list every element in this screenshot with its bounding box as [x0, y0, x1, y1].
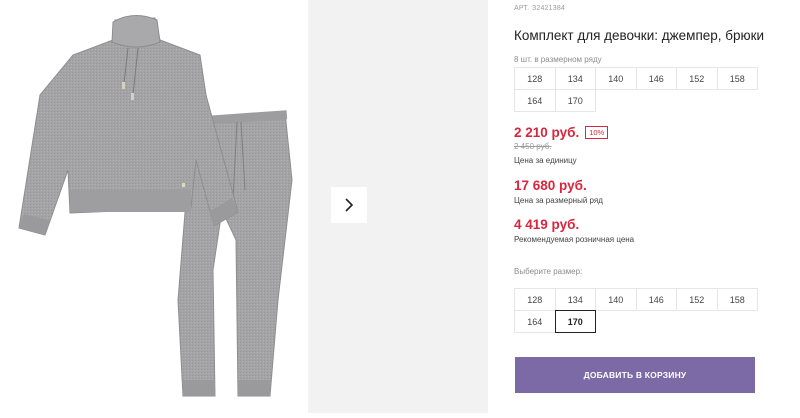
unit-price-label: Цена за единицу	[514, 156, 577, 165]
unit-price-row: 2 210 руб. 10%	[514, 125, 609, 140]
size-option[interactable]: 164	[514, 310, 556, 333]
set-size-cell: 158	[716, 67, 758, 90]
size-option[interactable]: 140	[595, 288, 637, 311]
set-size-cell: 140	[595, 67, 637, 90]
discount-badge: 10%	[585, 126, 609, 139]
set-size-cell: 128	[514, 67, 556, 90]
product-photo	[0, 0, 308, 413]
set-sizes-grid: 128 134 140 146 152 158 164 170	[514, 67, 758, 112]
size-option[interactable]: 152	[676, 288, 718, 311]
rrp-price: 4 419 руб.	[514, 217, 580, 232]
unit-price: 2 210 руб.	[514, 125, 580, 140]
set-price-label: Цена за размерный ряд	[514, 196, 603, 205]
old-price: 2 450 руб.	[514, 142, 552, 151]
article-number: АРТ. 32421384	[514, 5, 565, 12]
set-size-cell: 170	[554, 89, 596, 112]
set-size-cell: 134	[554, 67, 596, 90]
article-label: АРТ.	[514, 5, 530, 12]
size-selector: 128 134 140 146 152 158 164 170	[514, 288, 758, 333]
size-option[interactable]: 158	[716, 288, 758, 311]
size-option[interactable]: 146	[635, 288, 677, 311]
size-option[interactable]: 134	[554, 288, 596, 311]
next-image-button[interactable]	[331, 187, 367, 223]
product-title: Комплект для девочки: джемпер, брюки	[514, 28, 765, 43]
size-option[interactable]: 170	[554, 310, 596, 333]
article-value: 32421384	[532, 5, 566, 12]
product-photo-image	[18, 15, 293, 397]
size-option[interactable]: 128	[514, 288, 556, 311]
set-size-cell: 146	[635, 67, 677, 90]
chevron-right-icon	[345, 198, 354, 212]
set-size-cell: 152	[676, 67, 718, 90]
choose-size-label: Выберите размер:	[514, 267, 583, 276]
rrp-price-label: Рекомендуемая розничная цена	[514, 235, 635, 244]
set-price: 17 680 руб.	[514, 178, 587, 193]
add-to-cart-button[interactable]: ДОБАВИТЬ В КОРЗИНУ	[515, 357, 755, 393]
product-gallery	[0, 0, 488, 413]
set-size-cell: 164	[514, 89, 556, 112]
set-count-label: 8 шт. в размерном ряду	[514, 55, 602, 64]
